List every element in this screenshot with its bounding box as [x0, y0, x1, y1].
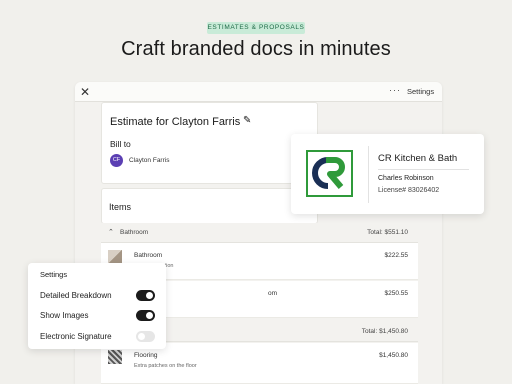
item-thumbnail [108, 250, 122, 264]
group-total: Total: $551.10 [367, 229, 408, 236]
item-price: $1,450.80 [379, 352, 408, 359]
company-license: License# 83026402 [378, 187, 440, 194]
divider [378, 169, 469, 170]
toggle-electronic-signature[interactable]: Electronic Signature [40, 330, 155, 344]
toggle-show-images[interactable]: Show Images [40, 309, 155, 323]
item-name: om [268, 290, 278, 297]
toggle-switch[interactable] [136, 331, 155, 342]
client-avatar: CF [110, 154, 123, 167]
item-thumbnail [108, 350, 122, 364]
item-price: $250.55 [384, 290, 409, 297]
more-dots-icon[interactable]: ··· [389, 85, 401, 95]
company-logo [306, 150, 353, 197]
company-card: CR Kitchen & Bath Charles Robinson Licen… [291, 134, 484, 214]
category-badge: ESTIMATES & PROPOSALS [207, 22, 305, 34]
company-name: CR Kitchen & Bath [378, 153, 458, 164]
group-row-bathroom[interactable]: ⌃ Bathroom Total: $551.10 [101, 223, 418, 243]
toggle-label: Electronic Signature [40, 332, 112, 341]
group-total: Total: $1,450.80 [361, 328, 408, 335]
estimate-card: Estimate for Clayton Farris ✎ Bill to CF… [101, 102, 318, 184]
bill-to-label: Bill to [110, 139, 131, 149]
group-name: Bathroom [120, 229, 149, 236]
estimate-title: Estimate for Clayton Farris [110, 116, 241, 128]
company-contact: Charles Robinson [378, 175, 434, 182]
toggle-label: Show Images [40, 311, 89, 320]
items-card: Items [101, 188, 318, 224]
app-toolbar: ✕ ··· Settings [75, 82, 442, 102]
settings-link[interactable]: Settings [407, 87, 434, 96]
toggle-detailed-breakdown[interactable]: Detailed Breakdown [40, 289, 155, 303]
item-name: Flooring [134, 352, 158, 359]
item-description: Extra patches on the floor [134, 363, 197, 369]
divider [368, 146, 369, 203]
chevron-up-icon[interactable]: ⌃ [108, 228, 114, 236]
item-price: $222.55 [384, 252, 409, 259]
cr-logo-icon [312, 157, 345, 189]
toggle-switch[interactable] [136, 310, 155, 321]
toggle-label: Detailed Breakdown [40, 291, 112, 300]
settings-panel: Settings Detailed Breakdown Show Images … [28, 263, 166, 349]
client-name[interactable]: Clayton Farris [129, 157, 169, 164]
settings-title: Settings [40, 270, 68, 279]
page-headline: Craft branded docs in minutes [121, 38, 391, 60]
item-name: Bathroom [134, 252, 163, 259]
items-label: Items [109, 202, 132, 212]
toggle-switch[interactable] [136, 290, 155, 301]
close-icon[interactable]: ✕ [80, 85, 90, 99]
pencil-icon[interactable]: ✎ [243, 115, 251, 126]
line-item[interactable]: Flooring Extra patches on the floor $1,4… [101, 343, 418, 384]
